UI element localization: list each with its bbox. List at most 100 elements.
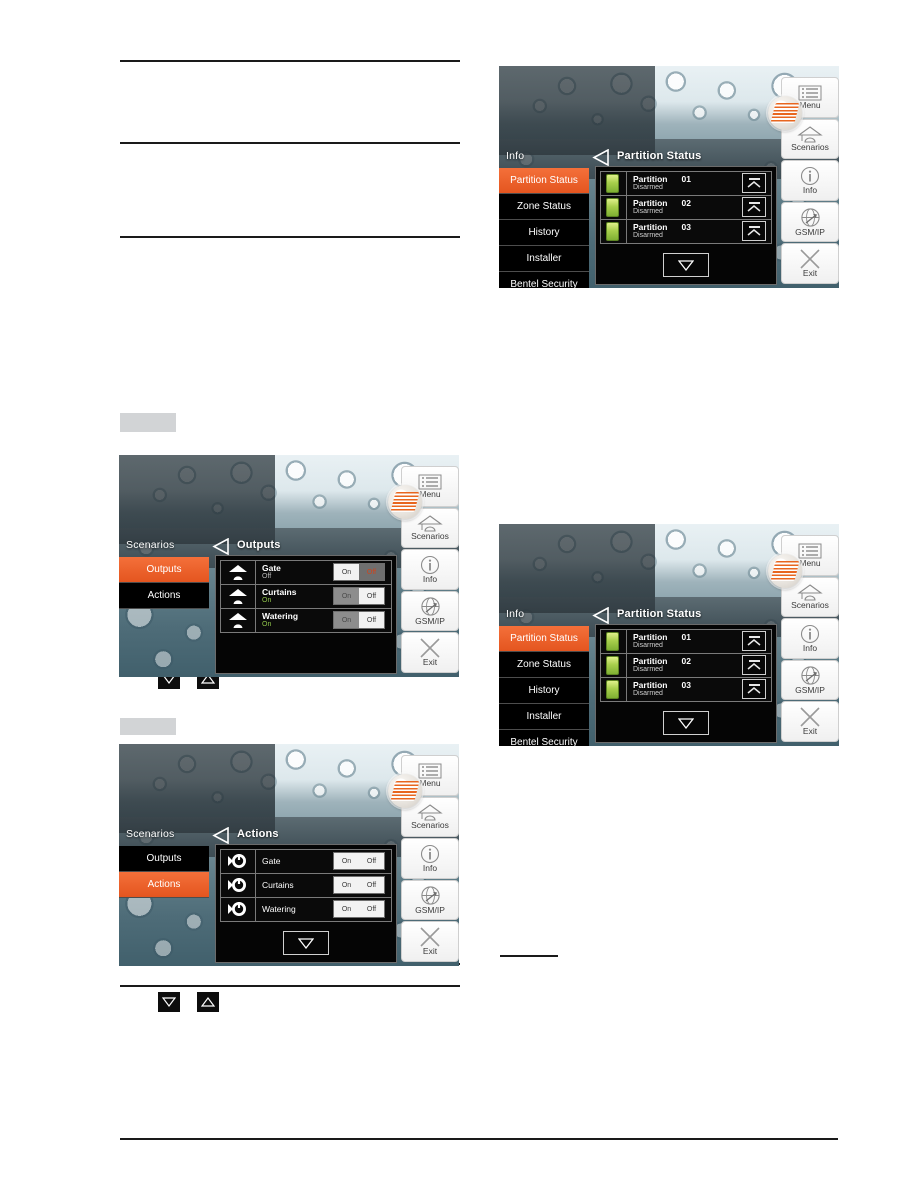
menu-item-label: Outputs [146,853,182,865]
table-row[interactable]: Partition 02 Disarmed [601,653,771,678]
page-title: Actions [237,828,279,841]
table-row[interactable]: Watering On On Off [221,608,391,632]
onoff-toggle[interactable]: On Off [333,563,385,582]
off-button[interactable]: Off [359,853,384,870]
table-row[interactable]: Curtains On On Off [221,584,391,609]
nav-glyph-up-actions[interactable] [197,992,219,1012]
partition-status: Disarmed [633,642,663,650]
menu-item-partition-status[interactable]: Partition Status [499,168,589,195]
back-button[interactable] [212,537,230,560]
back-button[interactable] [592,148,610,171]
chevron-up-icon [747,181,761,188]
menu-item-installer[interactable]: Installer [499,704,589,731]
output-status: Off [262,573,272,581]
off-button[interactable]: Off [359,901,384,918]
menu-item-history[interactable]: History [499,678,589,705]
table-row[interactable]: Partition 02 Disarmed [601,195,771,220]
chevron-up-icon [747,663,761,670]
left-menu: Partition Status Zone Status History Ins… [499,168,589,288]
caption-block-actions [120,718,176,735]
onoff-toggle[interactable]: On Off [333,876,385,895]
off-button[interactable]: Off [359,564,384,581]
rail-button-info[interactable]: Info [781,618,839,659]
scroll-down-button[interactable] [663,253,709,277]
off-button[interactable]: Off [359,877,384,894]
off-button[interactable]: Off [359,612,384,629]
on-button[interactable]: On [334,588,359,605]
chevron-down-icon [678,259,694,271]
on-button[interactable]: On [334,901,359,918]
menu-item-partition-status[interactable]: Partition Status [499,626,589,653]
menu-item-zone-status[interactable]: Zone Status [499,194,589,221]
menu-list-icon [798,85,822,101]
menu-item-actions[interactable]: Actions [119,872,209,899]
rail-button-gsmip[interactable]: GSM/IP [781,659,839,701]
on-button[interactable]: On [334,877,359,894]
rail-button-info[interactable]: Info [401,838,459,879]
rail-button-info[interactable]: Info [401,549,459,590]
back-button[interactable] [212,826,230,849]
menu-item-history[interactable]: History [499,220,589,247]
globe-network-icon [800,208,820,227]
arm-arrow-button[interactable] [742,221,766,242]
info-circle-icon [420,556,440,575]
rail-button-exit[interactable]: Exit [401,632,459,673]
on-button[interactable]: On [334,612,359,629]
arm-arrow-button[interactable] [742,655,766,676]
partition-number: 01 [681,174,691,185]
on-button[interactable]: On [334,853,359,870]
scroll-down-button[interactable] [283,931,329,955]
menu-item-outputs[interactable]: Outputs [119,846,209,873]
onoff-toggle[interactable]: On Off [333,587,385,606]
partition-status: Disarmed [633,232,663,240]
arm-arrow-button[interactable] [742,631,766,652]
off-button[interactable]: Off [359,588,384,605]
menu-item-label: History [528,227,560,239]
onoff-toggle[interactable]: On Off [333,611,385,630]
partition-name: Partition [633,632,668,643]
action-label: Gate [262,855,281,866]
back-button[interactable] [592,606,610,629]
menu-item-outputs[interactable]: Outputs [119,557,209,584]
actions-list: Gate On Off Curtains On Off Watering On … [220,848,392,922]
rail-button-exit[interactable]: Exit [781,701,839,742]
rail-button-exit[interactable]: Exit [781,243,839,284]
chevron-up-icon [747,639,761,646]
table-row[interactable]: Watering On Off [221,897,391,921]
table-row[interactable]: Partition 01 Disarmed [601,171,771,196]
bentel-logo-icon [768,554,802,588]
menu-item-label: Outputs [146,564,182,576]
on-button[interactable]: On [334,564,359,581]
lamp-icon [229,564,247,580]
table-row[interactable]: Curtains On Off [221,873,391,898]
nav-glyph-down-actions[interactable] [158,992,180,1012]
rail-button-gsmip[interactable]: GSM/IP [401,590,459,632]
table-row[interactable]: Partition 01 Disarmed [601,629,771,654]
menu-item-installer[interactable]: Installer [499,246,589,273]
rail-button-info[interactable]: Info [781,160,839,201]
back-triangle-icon [212,537,229,556]
menu-item-actions[interactable]: Actions [119,583,209,610]
rail-button-gsmip[interactable]: GSM/IP [781,201,839,243]
caption-block-outputs [120,413,176,432]
output-label: Watering [262,611,299,622]
menu-item-label: History [528,685,560,697]
menu-item-bentel-security[interactable]: Bentel Security [499,730,589,746]
arm-arrow-button[interactable] [742,173,766,194]
table-row[interactable]: Gate On Off [221,849,391,874]
output-status: On [262,621,272,629]
onoff-toggle[interactable]: On Off [333,900,385,919]
onoff-toggle[interactable]: On Off [333,852,385,871]
arm-arrow-button[interactable] [742,197,766,218]
menu-item-zone-status[interactable]: Zone Status [499,652,589,679]
rail-button-exit[interactable]: Exit [401,921,459,962]
table-row[interactable]: Partition 03 Disarmed [601,677,771,701]
rail-button-gsmip[interactable]: GSM/IP [401,879,459,921]
rail-label: GSM/IP [415,905,445,916]
menu-item-bentel-security[interactable]: Bentel Security [499,272,589,288]
table-row[interactable]: Partition 03 Disarmed [601,219,771,243]
arm-arrow-button[interactable] [742,679,766,700]
scroll-down-button[interactable] [663,711,709,735]
table-row[interactable]: Gate Off On Off [221,560,391,585]
keypad-screenshot-actions: Scenarios Actions Outputs Actions Gate O… [119,744,459,966]
